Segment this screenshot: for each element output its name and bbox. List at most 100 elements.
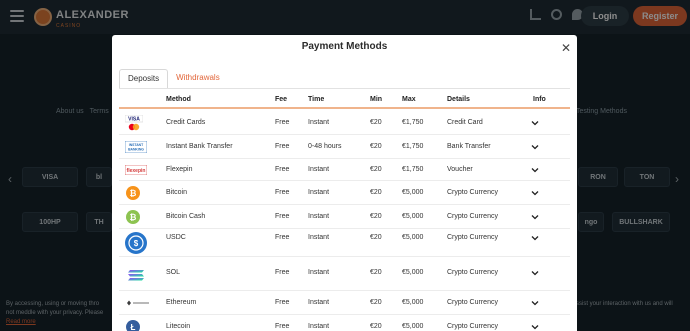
- table-row: ₿ Bitcoin Free Instant €20 €5,000 Crypto…: [119, 181, 570, 205]
- flexepin-icon: flexepin: [125, 164, 147, 176]
- fee-value: Free: [275, 269, 290, 276]
- usdc-icon: $: [125, 232, 147, 254]
- max-value: €5,000: [402, 234, 424, 241]
- details-value: Crypto Currency: [447, 213, 498, 220]
- time-value: Instant: [308, 323, 330, 330]
- time-value: Instant: [308, 166, 330, 173]
- tab-deposits[interactable]: Deposits: [119, 69, 169, 89]
- details-value: Crypto Currency: [447, 189, 498, 196]
- method-name: Litecoin: [166, 323, 191, 330]
- instant-banking-icon: INSTANT BANKING: [125, 140, 147, 154]
- svg-text:BANKING: BANKING: [128, 148, 144, 152]
- fee-value: Free: [275, 166, 290, 173]
- fee-value: Free: [275, 189, 290, 196]
- column-header-info: Info: [533, 96, 546, 103]
- chevron-down-icon[interactable]: [531, 269, 539, 277]
- bitcoin-cash-icon: ₿: [125, 209, 141, 225]
- chevron-down-icon[interactable]: [531, 234, 539, 242]
- max-value: €1,750: [402, 143, 424, 150]
- details-value: Crypto Currency: [447, 323, 498, 330]
- svg-text:₿: ₿: [130, 212, 137, 222]
- column-header-details: Details: [447, 96, 470, 103]
- close-icon[interactable]: ✕: [561, 41, 571, 55]
- chevron-down-icon[interactable]: [531, 143, 539, 151]
- min-value: €20: [370, 143, 382, 150]
- fee-value: Free: [275, 213, 290, 220]
- min-value: €20: [370, 166, 382, 173]
- svg-text:₿: ₿: [130, 188, 137, 198]
- litecoin-icon: Ł: [125, 319, 141, 331]
- details-value: Voucher: [447, 166, 473, 173]
- min-value: €20: [370, 234, 382, 241]
- chevron-down-icon[interactable]: [531, 323, 539, 331]
- bitcoin-icon: ₿: [125, 185, 141, 201]
- fee-value: Free: [275, 234, 290, 241]
- svg-text:flexepin: flexepin: [127, 168, 146, 174]
- details-value: Crypto Currency: [447, 234, 498, 241]
- fee-value: Free: [275, 299, 290, 306]
- table-header: Method Fee Time Min Max Details Info: [119, 91, 570, 109]
- method-name: Credit Cards: [166, 119, 206, 126]
- column-header-method: Method: [166, 96, 191, 103]
- min-value: €20: [370, 323, 382, 330]
- min-value: €20: [370, 189, 382, 196]
- method-name: Flexepin: [166, 166, 193, 173]
- solana-icon: [125, 264, 147, 286]
- time-value: Instant: [308, 269, 330, 276]
- tabs-divider: [119, 88, 570, 89]
- tab-withdrawals[interactable]: Withdrawals: [168, 69, 228, 89]
- time-value: Instant: [308, 234, 330, 241]
- time-value: Instant: [308, 299, 330, 306]
- details-value: Credit Card: [447, 119, 483, 126]
- time-value: Instant: [308, 119, 330, 126]
- min-value: €20: [370, 119, 382, 126]
- time-value: 0-48 hours: [308, 143, 342, 150]
- method-name: Ethereum: [166, 299, 197, 306]
- table-row: $ USDC Free Instant €20 €5,000 Crypto Cu…: [119, 229, 570, 257]
- method-name: USDC: [166, 234, 186, 241]
- time-value: Instant: [308, 213, 330, 220]
- max-value: €5,000: [402, 299, 424, 306]
- max-value: €5,000: [402, 323, 424, 330]
- visa-mastercard-icon: VISA: [125, 114, 143, 132]
- max-value: €5,000: [402, 213, 424, 220]
- column-header-max: Max: [402, 96, 416, 103]
- fee-value: Free: [275, 323, 290, 330]
- time-value: Instant: [308, 189, 330, 196]
- svg-text:VISA: VISA: [128, 117, 140, 123]
- table-row: Ł Litecoin Free Instant €20 €5,000 Crypt…: [119, 315, 570, 331]
- method-name: Bitcoin: [166, 189, 188, 196]
- table-row: INSTANT BANKING Instant Bank Transfer Fre…: [119, 135, 570, 159]
- svg-text:$: $: [134, 239, 139, 248]
- details-value: Bank Transfer: [447, 143, 491, 150]
- details-value: Crypto Currency: [447, 269, 498, 276]
- chevron-down-icon[interactable]: [531, 189, 539, 197]
- table-row: flexepin Flexepin Free Instant €20 €1,75…: [119, 159, 570, 181]
- table-row: VISA Credit Cards Free Instant €20 €1,75…: [119, 111, 570, 135]
- table-row: SOL Free Instant €20 €5,000 Crypto Curre…: [119, 257, 570, 291]
- column-header-time: Time: [308, 96, 325, 103]
- max-value: €1,750: [402, 119, 424, 126]
- min-value: €20: [370, 269, 382, 276]
- chevron-down-icon[interactable]: [531, 213, 539, 221]
- table-row: Ethereum Free Instant €20 €5,000 Crypto …: [119, 291, 570, 315]
- payment-methods-modal: Payment Methods ✕ Deposits Withdrawals M…: [112, 35, 577, 331]
- table-row: ₿ Bitcoin Cash Free Instant €20 €5,000 C…: [119, 205, 570, 229]
- column-header-min: Min: [370, 96, 383, 103]
- max-value: €5,000: [402, 189, 424, 196]
- method-name: Instant Bank Transfer: [166, 143, 233, 150]
- min-value: €20: [370, 299, 382, 306]
- max-value: €1,750: [402, 166, 424, 173]
- method-name: Bitcoin Cash: [166, 213, 206, 220]
- column-header-fee: Fee: [275, 96, 288, 103]
- min-value: €20: [370, 213, 382, 220]
- chevron-down-icon[interactable]: [531, 166, 539, 174]
- chevron-down-icon[interactable]: [531, 299, 539, 307]
- ethereum-icon: [125, 299, 151, 307]
- svg-text:Ł: Ł: [131, 323, 136, 331]
- method-name: SOL: [166, 269, 181, 276]
- fee-value: Free: [275, 119, 290, 126]
- svg-text:INSTANT: INSTANT: [129, 143, 144, 147]
- chevron-down-icon[interactable]: [531, 119, 539, 127]
- modal-title: Payment Methods: [301, 41, 388, 52]
